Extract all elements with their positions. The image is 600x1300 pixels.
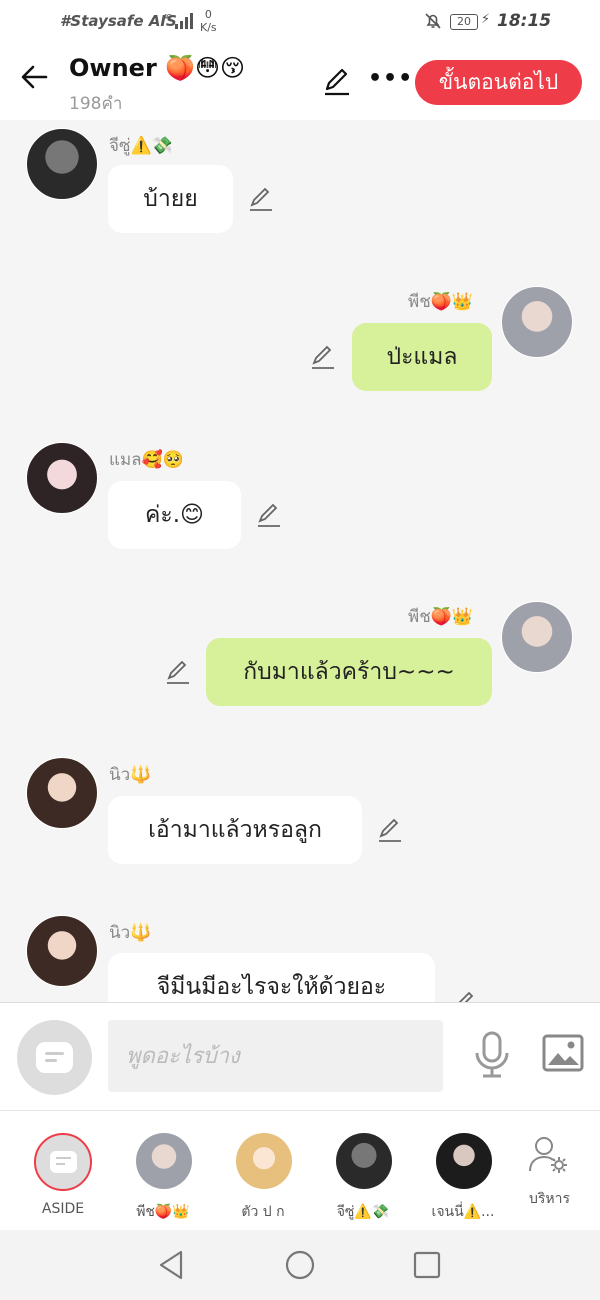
signal-icon: 4G [163,12,195,33]
mute-bell-icon [424,12,442,34]
character-label: พีช🍑👑 [136,1204,190,1220]
edit-message-icon[interactable] [452,990,478,1002]
edit-message-icon[interactable] [377,817,403,843]
clock: 18:15 [497,11,552,31]
charging-bolt-icon: ⚡ [481,12,491,27]
network-speed-unit: K/s [200,21,217,34]
speaker-name: แมล🥰🥺 [109,450,184,470]
manage-characters-icon [529,1137,567,1173]
system-nav-bar [0,1230,600,1300]
edit-message-icon[interactable] [248,186,274,212]
microphone-icon[interactable] [472,1031,512,1079]
avatar[interactable] [26,442,98,514]
network-type: 4G [163,13,171,21]
edit-message-icon[interactable] [256,502,282,528]
nav-recents-icon[interactable] [410,1248,444,1282]
manage-characters[interactable]: บริหาร [502,1111,597,1231]
message-bubble[interactable]: บ้ายย [108,165,233,233]
nav-home-icon[interactable] [283,1248,317,1282]
character-jennie[interactable]: เจนนี่⚠️... [418,1111,508,1231]
avatar[interactable] [26,757,98,829]
character-label: จีซู่⚠️💸 [336,1204,390,1220]
message-composer [0,1002,600,1110]
message-bubble[interactable]: ค่ะ.😊 [108,481,241,549]
avatar[interactable] [26,915,98,987]
character-label: ASIDE [41,1201,85,1217]
message-input[interactable] [108,1020,443,1092]
speaker-name: นิว🔱 [109,923,152,943]
character-bar: ASIDE พีช🍑👑 ตัว ป ก จีซู่⚠️💸 เจนนี่⚠️...… [0,1110,600,1230]
chat-header: Owner 🍑😳😚 198คำ ••• ขั้นตอนต่อไป [0,46,600,120]
avatar[interactable] [26,128,98,200]
message-bubble[interactable]: ป่ะแมล [352,323,492,391]
nav-back-icon[interactable] [155,1248,189,1282]
word-count: 198คำ [69,94,123,114]
speaker-name: พีช🍑👑 [408,607,474,627]
network-speed: 0 K/s [200,8,217,34]
more-dots-icon[interactable]: ••• [368,66,413,91]
avatar [336,1133,392,1189]
avatar [236,1133,292,1189]
aside-icon[interactable] [17,1020,92,1095]
message-bubble[interactable]: เอ้ามาแล้วหรอลูก [108,796,362,864]
image-gallery-icon[interactable] [542,1034,584,1072]
battery-icon: 20 [450,14,478,30]
speaker-name: พีช🍑👑 [408,292,474,312]
speaker-name: นิว🔱 [109,765,152,785]
character-aside[interactable]: ASIDE [18,1111,108,1231]
avatar [136,1133,192,1189]
next-step-button[interactable]: ขั้นตอนต่อไป [415,60,582,105]
chat-thread[interactable]: จีซู่⚠️💸 บ้ายย พีช🍑👑 ป่ะแมล แมล🥰🥺 ค่ะ.😊 … [0,120,600,1002]
avatar[interactable] [501,286,573,358]
story-title: Owner 🍑😳😚 [69,54,246,82]
avatar[interactable] [501,601,573,673]
character-peach[interactable]: พีช🍑👑 [118,1111,208,1231]
battery-level: 20 [457,15,471,28]
character-jisoo[interactable]: จีซู่⚠️💸 [318,1111,408,1231]
edit-message-icon[interactable] [310,344,336,370]
network-speed-value: 0 [204,8,212,21]
carrier-label: #Staysafe AIS [60,12,177,30]
character-cover[interactable]: ตัว ป ก [218,1111,308,1231]
message-bubble[interactable]: กับมาแล้วคร้าบ~~~ [206,638,492,706]
speaker-name: จีซู่⚠️💸 [109,136,173,156]
manage-label: บริหาร [528,1191,570,1207]
edit-pencil-icon[interactable] [322,66,352,96]
aside-icon [34,1133,92,1191]
message-bubble[interactable]: จีมีนมีอะไรจะให้ด้วยอะ [108,953,435,1002]
character-label: ตัว ป ก [241,1204,285,1220]
status-bar: #Staysafe AIS 4G 0 K/s 20 ⚡ 18:15 [0,0,600,46]
edit-message-icon[interactable] [165,659,191,685]
back-arrow-icon[interactable] [18,60,52,94]
avatar [436,1133,492,1189]
character-label: เจนนี่⚠️... [431,1204,495,1220]
